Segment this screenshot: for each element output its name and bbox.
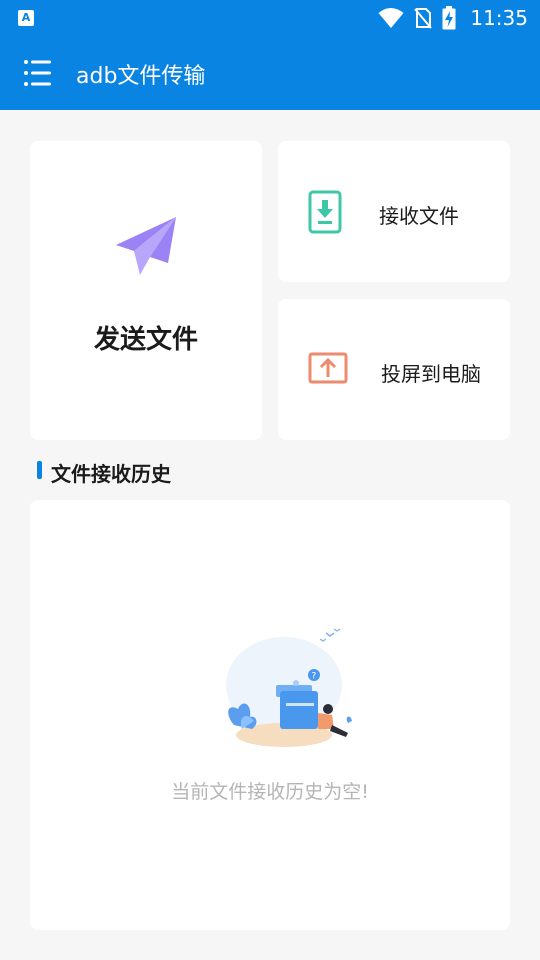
app-title: adb文件传输 (76, 64, 206, 89)
download-file-icon (308, 190, 342, 234)
history-section-title: 文件接收历史 (51, 462, 171, 486)
upload-screen-icon (308, 352, 348, 384)
no-sim-icon (414, 8, 433, 29)
app-bar: adb文件传输 (0, 36, 540, 110)
empty-history-text: 当前文件接收历史为空! (171, 781, 369, 803)
app-notification-icon: A (18, 10, 34, 26)
send-file-label: 发送文件 (93, 325, 198, 355)
history-list: ? 当前文件接收历史为空! (30, 500, 510, 930)
menu-icon (24, 60, 51, 86)
section-indicator (37, 461, 42, 479)
paper-plane-icon (116, 217, 176, 275)
send-file-card[interactable]: 发送文件 (30, 141, 262, 440)
status-bar: A 11:35 (0, 0, 540, 36)
empty-state-illustration: ? (226, 628, 352, 747)
battery-charging-icon (442, 6, 456, 30)
wifi-icon (378, 8, 404, 28)
status-icons: 11:35 (378, 5, 528, 31)
status-time: 11:35 (470, 6, 528, 30)
svg-text:?: ? (312, 672, 317, 682)
receive-file-label: 接收文件 (379, 204, 459, 228)
cast-to-pc-label: 投屏到电脑 (381, 362, 481, 386)
menu-button[interactable] (18, 56, 58, 90)
cast-to-pc-card[interactable]: 投屏到电脑 (278, 299, 510, 440)
receive-file-card[interactable]: 接收文件 (278, 141, 510, 282)
